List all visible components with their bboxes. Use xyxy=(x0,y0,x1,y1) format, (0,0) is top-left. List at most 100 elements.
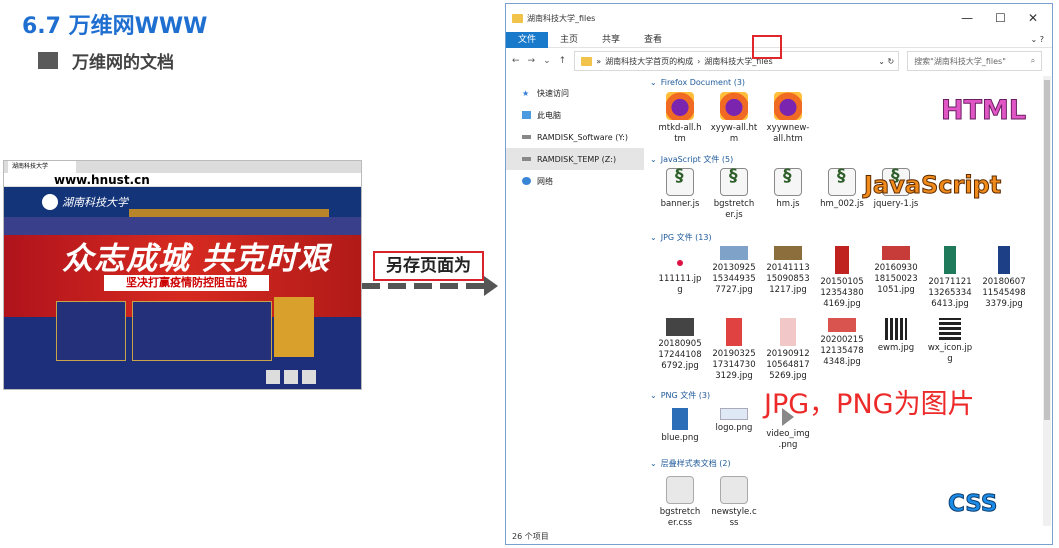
group-header-png[interactable]: ⌄ PNG 文件 (3) xyxy=(650,390,710,401)
annotation-css: CSS xyxy=(947,491,998,518)
arrow-dash xyxy=(440,283,458,289)
group-header-js[interactable]: ⌄ JavaScript 文件 (5) xyxy=(650,154,733,165)
maximize-icon[interactable]: ☐ xyxy=(995,11,1006,25)
file-item[interactable]: mtkd-all.h tm xyxy=(654,92,706,145)
file-item[interactable]: 20180905 17244108 6792.jpg xyxy=(654,318,706,372)
close-icon[interactable]: ✕ xyxy=(1028,11,1038,25)
nav-quick-access[interactable]: ★ 快速访问 xyxy=(506,82,644,104)
image-thumbnail xyxy=(828,318,856,332)
file-item[interactable]: 20171121 13265334 6413.jpg xyxy=(924,246,976,310)
scrollbar[interactable] xyxy=(1043,76,1051,526)
save-page-as-label: 另存页面为 xyxy=(373,251,484,281)
file-item[interactable]: 20200215 12135478 4348.jpg xyxy=(816,318,868,368)
help-icon[interactable]: ⌄ ? xyxy=(1031,35,1053,44)
file-item[interactable]: logo.png xyxy=(708,408,760,434)
file-item[interactable]: wx_icon.jp g xyxy=(924,318,976,365)
drive-icon xyxy=(522,157,531,161)
group-header-firefox[interactable]: ⌄ Firefox Document (3) xyxy=(650,78,745,87)
group-header-jpg[interactable]: ⌄ JPG 文件 (13) xyxy=(650,232,712,243)
nav-drive-y[interactable]: RAMDISK_Software (Y:) xyxy=(506,126,644,148)
image-thumbnail xyxy=(998,246,1010,274)
image-thumbnail xyxy=(944,246,956,274)
ribbon-tab-view[interactable]: 查看 xyxy=(632,32,674,48)
file-item[interactable]: 111111.jp g xyxy=(654,260,706,296)
arrow-right-icon xyxy=(484,276,498,296)
annotation-javascript: JavaScript xyxy=(863,171,1002,200)
image-thumbnail xyxy=(726,318,742,346)
file-item[interactable]: ewm.jpg xyxy=(870,318,922,354)
drive-icon xyxy=(522,135,531,139)
slide-title: 6.7 万维网WWW xyxy=(22,14,208,39)
image-thumbnail xyxy=(774,246,802,260)
annotation-html: HTML xyxy=(940,95,1027,127)
minimize-icon[interactable]: — xyxy=(961,11,973,25)
group-header-css[interactable]: ⌄ 层叠样式表文档 (2) xyxy=(650,458,731,469)
image-thumbnail xyxy=(666,318,694,336)
firefox-document-icon xyxy=(720,92,748,120)
script-file-icon xyxy=(828,168,856,196)
qr-code-icon xyxy=(266,370,280,384)
file-list: ⌄ Firefox Document (3) mtkd-all.h tm xyy… xyxy=(646,76,1044,529)
browser-nav-bar xyxy=(129,209,329,217)
nav-network[interactable]: 网络 xyxy=(506,170,644,192)
folder-icon xyxy=(581,56,593,66)
file-item[interactable]: xyyw-all.ht m xyxy=(708,92,760,145)
scrollbar-thumb[interactable] xyxy=(1044,80,1050,420)
script-file-icon xyxy=(774,168,802,196)
ribbon-tab-home[interactable]: 主页 xyxy=(548,32,590,48)
address-highlight-box xyxy=(752,35,782,59)
ribbon-tab-file[interactable]: 文件 xyxy=(506,31,549,48)
file-item[interactable]: bgstretch er.js xyxy=(708,168,760,221)
browser-panel-news xyxy=(132,301,272,361)
file-item[interactable]: newstyle.c ss xyxy=(708,476,760,529)
qr-code-icon xyxy=(284,370,298,384)
file-explorer-window: 湖南科技大学_files — ☐ ✕ 文件 主页 共享 查看 ⌄ ? ← → ⌄… xyxy=(505,3,1053,545)
address-bar[interactable]: » 湖南科技大学首页的构成 › 湖南科技大学_files ⌄ ↻ xyxy=(574,51,900,71)
firefox-document-icon xyxy=(774,92,802,120)
script-file-icon xyxy=(666,168,694,196)
nav-this-pc[interactable]: 此电脑 xyxy=(506,104,644,126)
file-item[interactable]: 20141113 15090853 1217.jpg xyxy=(762,246,814,296)
navigation-pane: ★ 快速访问 此电脑 RAMDISK_Software (Y:) RAMDISK… xyxy=(506,76,644,526)
network-icon xyxy=(522,177,531,185)
back-icon[interactable]: ← xyxy=(512,56,520,66)
slide-subtitle-text: 万维网的文档 xyxy=(72,53,174,73)
browser-poster xyxy=(274,297,314,357)
arrow-dash xyxy=(414,283,432,289)
file-item[interactable]: 20180607 11545498 3379.jpg xyxy=(978,246,1030,310)
browser-logo-text: 湖南科技大学 xyxy=(62,196,128,209)
breadcrumb-item[interactable]: 湖南科技大学首页的构成 xyxy=(605,56,693,67)
chevron-down-icon[interactable]: ⌄ xyxy=(543,56,551,66)
slide-subtitle: 万维网的文档 xyxy=(38,48,174,73)
file-item[interactable]: xyywnew- all.htm xyxy=(762,92,814,145)
search-input[interactable]: 搜索"湖南科技大学_files" ⌕ xyxy=(907,51,1043,71)
file-item[interactable]: 20160930 18150023 1051.jpg xyxy=(870,246,922,296)
file-item[interactable]: banner.js xyxy=(654,168,706,210)
script-file-icon xyxy=(720,168,748,196)
refresh-icon[interactable]: ⌄ ↻ xyxy=(878,57,898,66)
file-item[interactable]: bgstretch er.css xyxy=(654,476,706,529)
browser-screenshot: 湖南科技大学 www.hnust.cn 湖南科技大学 众志成城 共克时艰 坚决打… xyxy=(3,160,362,390)
qr-code-icon xyxy=(885,318,907,340)
stylesheet-file-icon xyxy=(720,476,748,504)
search-icon: ⌕ xyxy=(1030,56,1036,65)
up-icon[interactable]: ↑ xyxy=(559,56,567,66)
image-thumbnail xyxy=(882,246,910,260)
forward-icon[interactable]: → xyxy=(528,56,536,66)
browser-slogan: 众志成城 共克时艰 xyxy=(62,241,330,277)
file-item[interactable]: 20190912 10564817 5269.jpg xyxy=(762,318,814,382)
file-item[interactable]: 20130925 15344935 7727.jpg xyxy=(708,246,760,296)
file-item[interactable]: blue.png xyxy=(654,408,706,444)
image-thumbnail xyxy=(835,246,849,274)
file-item[interactable]: 20190325 17314730 3129.jpg xyxy=(708,318,760,382)
nav-drive-z[interactable]: RAMDISK_TEMP (Z:) xyxy=(506,148,644,170)
arrow-dash xyxy=(388,283,406,289)
file-item[interactable]: hm.js xyxy=(762,168,814,210)
file-item[interactable]: hm_002.js xyxy=(816,168,868,210)
explorer-titlebar: 湖南科技大学_files — ☐ ✕ xyxy=(506,4,1052,32)
ribbon-tab-share[interactable]: 共享 xyxy=(590,32,632,48)
pc-icon xyxy=(522,111,531,119)
image-thumbnail xyxy=(672,408,688,430)
file-item[interactable]: 20150105 12354380 4169.jpg xyxy=(816,246,868,310)
arrow-dash xyxy=(362,283,380,289)
